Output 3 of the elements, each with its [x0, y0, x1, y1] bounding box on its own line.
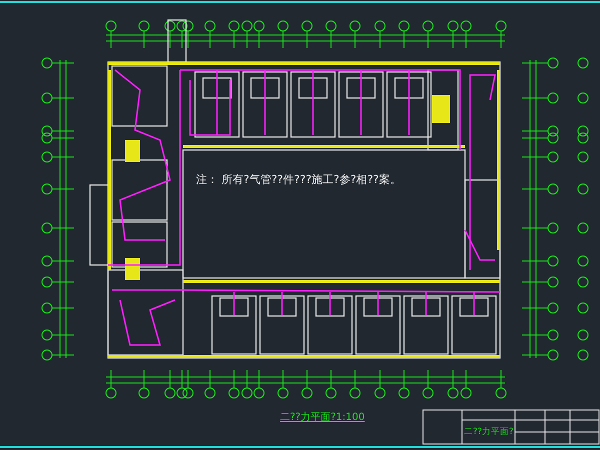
plan-title: 二??力平面?1:100	[280, 410, 365, 424]
plan-note: 注： 所有?气管??件???施工?参?相??案。	[196, 172, 401, 187]
drawing-title: 二??力平面?	[464, 426, 514, 438]
